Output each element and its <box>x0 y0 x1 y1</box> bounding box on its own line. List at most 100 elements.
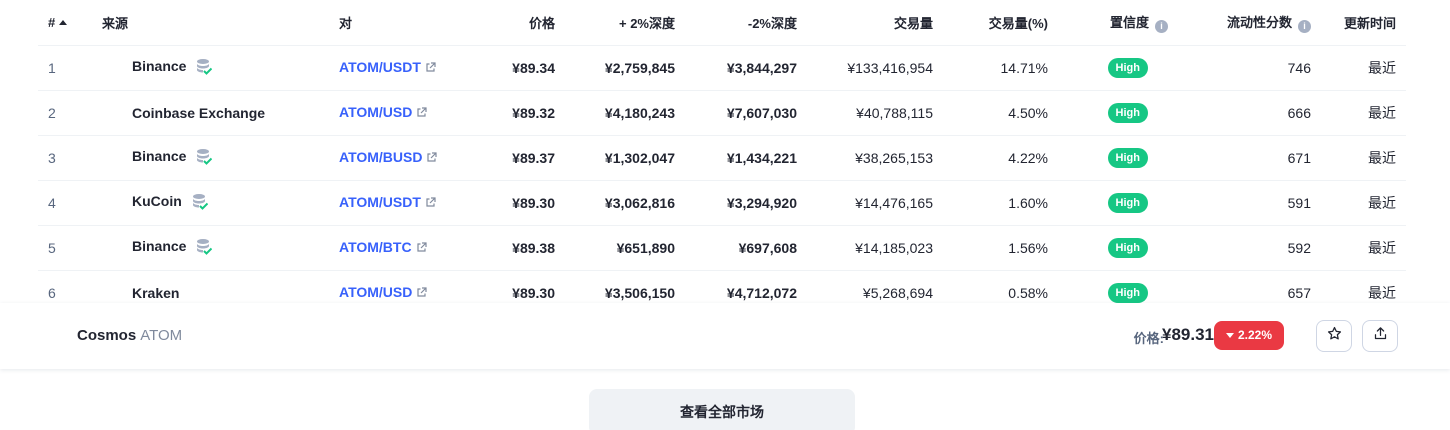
row-pair[interactable]: ATOM/BUSD <box>339 135 469 181</box>
price-change-badge: 2.22% <box>1214 321 1284 350</box>
table-row[interactable]: 4 KuCoin ATOM/USDT ¥89.30 ¥3,062,816 ¥3,… <box>38 180 1406 226</box>
confidence-badge: High <box>1107 192 1148 213</box>
row-depth-minus: ¥7,607,030 <box>675 90 797 136</box>
cex-coin-stack-icon <box>196 238 213 258</box>
row-price: ¥89.30 <box>469 180 555 226</box>
external-link-icon[interactable] <box>416 285 427 301</box>
row-liquidity: 746 <box>1168 45 1311 91</box>
coin-symbol: ATOM <box>140 327 183 344</box>
pair-link[interactable]: ATOM/USD <box>339 284 412 300</box>
table-header-row: # 来源 对 价格 + 2%深度 -2%深度 交易量 交易量(%) 置信度 i 流… <box>38 0 1406 46</box>
pair-link[interactable]: ATOM/BUSD <box>339 149 422 165</box>
cex-coin-stack-icon <box>192 193 208 213</box>
external-link-icon[interactable] <box>416 105 427 121</box>
row-volume: ¥40,788,115 <box>797 90 933 136</box>
coin-title: Cosmos ATOM <box>77 327 182 344</box>
row-source[interactable]: Binance <box>102 135 339 181</box>
row-volume-percent: 1.56% <box>933 225 1048 271</box>
row-confidence: High <box>1048 180 1168 226</box>
header-volume[interactable]: 交易量 <box>797 0 933 46</box>
row-pair[interactable]: ATOM/USD <box>339 90 469 136</box>
row-pair[interactable]: ATOM/USDT <box>339 180 469 226</box>
market-pairs-table: # 来源 对 价格 + 2%深度 -2%深度 交易量 交易量(%) 置信度 i 流… <box>38 0 1406 316</box>
header-price[interactable]: 价格 <box>469 0 555 46</box>
row-pair[interactable]: ATOM/USDT <box>339 45 469 91</box>
row-volume: ¥14,476,165 <box>797 180 933 226</box>
row-depth-minus: ¥697,608 <box>675 225 797 271</box>
header-depth-minus[interactable]: -2%深度 <box>675 0 797 46</box>
row-source[interactable]: KuCoin <box>102 180 339 226</box>
sticky-coin-header: Cosmos ATOM 价格: ¥89.31 2.22% <box>0 303 1450 369</box>
row-volume-percent: 4.22% <box>933 135 1048 181</box>
row-liquidity: 592 <box>1168 225 1311 271</box>
market-pairs-table-container: # 来源 对 价格 + 2%深度 -2%深度 交易量 交易量(%) 置信度 i 流… <box>38 0 1406 316</box>
external-link-icon[interactable] <box>425 195 436 211</box>
sort-ascending-icon <box>59 19 68 25</box>
row-volume-percent: 14.71% <box>933 45 1048 91</box>
row-rank: 5 <box>38 225 102 271</box>
row-liquidity: 671 <box>1168 135 1311 181</box>
cex-coin-stack-icon <box>196 148 213 168</box>
info-icon[interactable]: i <box>1298 19 1311 33</box>
row-price: ¥89.37 <box>469 135 555 181</box>
row-liquidity: 591 <box>1168 180 1311 226</box>
row-updated: 最近 <box>1311 225 1406 271</box>
row-rank: 4 <box>38 180 102 226</box>
row-depth-plus: ¥651,890 <box>555 225 675 271</box>
cex-coin-stack-icon <box>196 58 213 78</box>
table-row[interactable]: 3 Binance ATOM/BUSD ¥89.37 ¥1,302,047 ¥1… <box>38 135 1406 181</box>
confidence-badge: High <box>1107 237 1148 258</box>
row-rank: 1 <box>38 45 102 91</box>
header-pair[interactable]: 对 <box>339 0 469 46</box>
header-confidence[interactable]: 置信度 i <box>1048 0 1168 46</box>
header-depth-plus[interactable]: + 2%深度 <box>555 0 675 46</box>
star-icon <box>1327 326 1342 346</box>
row-volume: ¥133,416,954 <box>797 45 933 91</box>
row-confidence: High <box>1048 135 1168 181</box>
row-liquidity: 666 <box>1168 90 1311 136</box>
row-depth-plus: ¥2,759,845 <box>555 45 675 91</box>
header-source[interactable]: 来源 <box>102 0 339 46</box>
confidence-badge: High <box>1107 57 1148 78</box>
external-link-icon[interactable] <box>426 150 438 166</box>
row-confidence: High <box>1048 90 1168 136</box>
row-price: ¥89.32 <box>469 90 555 136</box>
row-confidence: High <box>1048 45 1168 91</box>
table-row[interactable]: 1 Binance ATOM/USDT ¥89.34 ¥2,759,845 ¥3… <box>38 45 1406 91</box>
row-price: ¥89.38 <box>469 225 555 271</box>
row-updated: 最近 <box>1311 90 1406 136</box>
watchlist-star-button[interactable] <box>1316 320 1352 352</box>
price-label: 价格: <box>1133 331 1164 346</box>
pair-link[interactable]: ATOM/USDT <box>339 194 421 210</box>
view-all-markets-button[interactable]: 查看全部市场 <box>589 389 855 430</box>
coin-price: ¥89.31 <box>1162 325 1214 344</box>
row-source[interactable]: Coinbase Exchange <box>102 90 339 136</box>
header-volume-percent[interactable]: 交易量(%) <box>933 0 1048 46</box>
pair-link[interactable]: ATOM/USD <box>339 104 412 120</box>
row-depth-plus: ¥3,062,816 <box>555 180 675 226</box>
price-change-value: 2.22% <box>1237 328 1273 342</box>
table-row[interactable]: 2 Coinbase Exchange ATOM/USD ¥89.32 ¥4,1… <box>38 90 1406 136</box>
row-volume-percent: 1.60% <box>933 180 1048 226</box>
header-updated[interactable]: 更新时间 <box>1311 0 1406 46</box>
coin-name: Cosmos <box>77 327 137 344</box>
table-row[interactable]: 5 Binance ATOM/BTC ¥89.38 ¥651,890 ¥697,… <box>38 225 1406 271</box>
row-volume: ¥14,185,023 <box>797 225 933 271</box>
row-depth-minus: ¥1,434,221 <box>675 135 797 181</box>
external-link-icon[interactable] <box>425 60 436 76</box>
row-depth-minus: ¥3,844,297 <box>675 45 797 91</box>
info-icon[interactable]: i <box>1155 19 1168 33</box>
header-liquidity[interactable]: 流动性分数 i <box>1168 0 1311 46</box>
row-rank: 3 <box>38 135 102 181</box>
row-source[interactable]: Binance <box>102 45 339 91</box>
pair-link[interactable]: ATOM/USDT <box>339 59 421 75</box>
external-link-icon[interactable] <box>416 240 427 256</box>
share-button[interactable] <box>1362 320 1398 352</box>
pair-link[interactable]: ATOM/BTC <box>339 239 412 255</box>
row-updated: 最近 <box>1311 180 1406 226</box>
row-price: ¥89.34 <box>469 45 555 91</box>
row-pair[interactable]: ATOM/BTC <box>339 225 469 271</box>
row-source[interactable]: Binance <box>102 225 339 271</box>
header-rank[interactable]: # <box>38 0 102 46</box>
row-volume-percent: 4.50% <box>933 90 1048 136</box>
